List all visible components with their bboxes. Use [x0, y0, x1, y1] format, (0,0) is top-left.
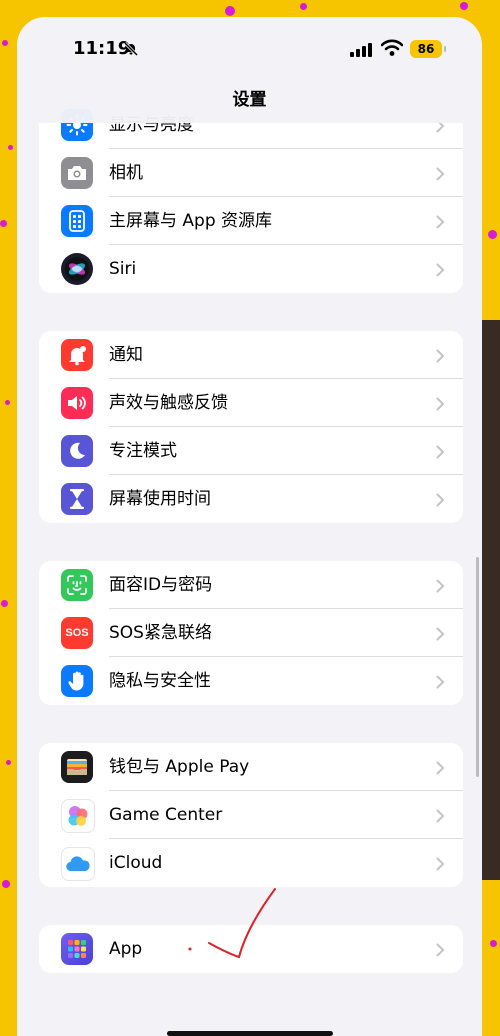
- chevron-right-icon: [436, 760, 445, 779]
- chevron-right-icon: [436, 626, 445, 645]
- phone-screen: 11:19 86 设置 显示与亮度 相机 主屏幕与 App 资源库 Siri 通…: [17, 17, 482, 1036]
- settings-row-label: Siri: [109, 259, 137, 279]
- chevron-right-icon: [436, 492, 445, 511]
- settings-row-label: 隐私与安全性: [109, 671, 211, 691]
- game-center-icon: [61, 799, 95, 833]
- page-title: 设置: [232, 90, 267, 110]
- settings-row-notifications[interactable]: 通知: [39, 331, 463, 379]
- chevron-right-icon: [436, 262, 445, 281]
- settings-group-3: 面容ID与密码 SOS SOS紧急联络 隐私与安全性: [39, 561, 463, 705]
- bell-icon: [61, 339, 93, 371]
- scroll-indicator[interactable]: [476, 557, 479, 777]
- settings-row-privacy[interactable]: 隐私与安全性: [39, 657, 463, 705]
- hand-icon: [61, 665, 93, 697]
- chevron-right-icon: [436, 214, 445, 233]
- speaker-icon: [61, 387, 93, 419]
- chevron-right-icon: [436, 348, 445, 367]
- annotation-check-mark: [188, 888, 276, 959]
- chevron-right-icon: [436, 856, 445, 875]
- hourglass-icon: [61, 483, 93, 515]
- settings-row-label: iCloud: [109, 853, 163, 873]
- settings-group-4: 钱包与 Apple Pay Game Center iCloud: [39, 743, 463, 887]
- home-screen-icon: [61, 205, 93, 237]
- settings-row-label: 专注模式: [109, 441, 177, 461]
- settings-row-label: Game Center: [109, 805, 223, 825]
- chevron-right-icon: [436, 166, 445, 185]
- chevron-right-icon: [436, 444, 445, 463]
- settings-row-label: 钱包与 Apple Pay: [109, 757, 250, 777]
- settings-row-label: 相机: [109, 163, 143, 183]
- settings-row-focus[interactable]: 专注模式: [39, 427, 463, 475]
- settings-row-game-center[interactable]: Game Center: [39, 791, 463, 839]
- settings-group-2: 通知 声效与触感反馈 专注模式 屏幕使用时间: [39, 331, 463, 523]
- settings-row-label: 通知: [109, 345, 143, 365]
- settings-row-sos[interactable]: SOS SOS紧急联络: [39, 609, 463, 657]
- settings-row-label: SOS紧急联络: [109, 623, 212, 643]
- app-grid-icon: [61, 933, 93, 965]
- settings-row-label: 声效与触感反馈: [109, 393, 228, 413]
- navigation-bar: 设置: [17, 81, 482, 123]
- moon-icon: [61, 435, 93, 467]
- settings-row-label: 面容ID与密码: [109, 575, 213, 595]
- chevron-right-icon: [436, 942, 445, 961]
- settings-row-label: 主屏幕与 App 资源库: [109, 211, 273, 231]
- chevron-right-icon: [436, 396, 445, 415]
- sos-icon: SOS: [61, 617, 93, 649]
- icloud-icon: [61, 847, 95, 881]
- sos-icon-text: SOS: [65, 627, 89, 639]
- settings-row-sounds[interactable]: 声效与触感反馈: [39, 379, 463, 427]
- settings-row-label: 屏幕使用时间: [109, 489, 211, 509]
- chevron-right-icon: [436, 674, 445, 693]
- chevron-right-icon: [436, 578, 445, 597]
- settings-row-face-id[interactable]: 面容ID与密码: [39, 561, 463, 609]
- settings-row-siri[interactable]: Siri: [39, 245, 463, 293]
- settings-row-label: App: [109, 939, 143, 959]
- settings-row-wallet[interactable]: 钱包与 Apple Pay: [39, 743, 463, 791]
- wallet-icon: [61, 751, 93, 783]
- settings-row-icloud[interactable]: iCloud: [39, 839, 463, 887]
- settings-list[interactable]: 显示与亮度 相机 主屏幕与 App 资源库 Siri 通知 声效与触感反馈 专注…: [17, 17, 482, 1036]
- face-id-icon: [61, 569, 93, 601]
- settings-row-camera[interactable]: 相机: [39, 149, 463, 197]
- siri-icon: [61, 253, 93, 285]
- settings-group-1: 显示与亮度 相机 主屏幕与 App 资源库 Siri: [39, 101, 463, 293]
- camera-icon: [61, 157, 93, 189]
- settings-row-home-screen[interactable]: 主屏幕与 App 资源库: [39, 197, 463, 245]
- settings-row-screen-time[interactable]: 屏幕使用时间: [39, 475, 463, 523]
- chevron-right-icon: [436, 808, 445, 827]
- home-indicator[interactable]: [167, 1031, 333, 1036]
